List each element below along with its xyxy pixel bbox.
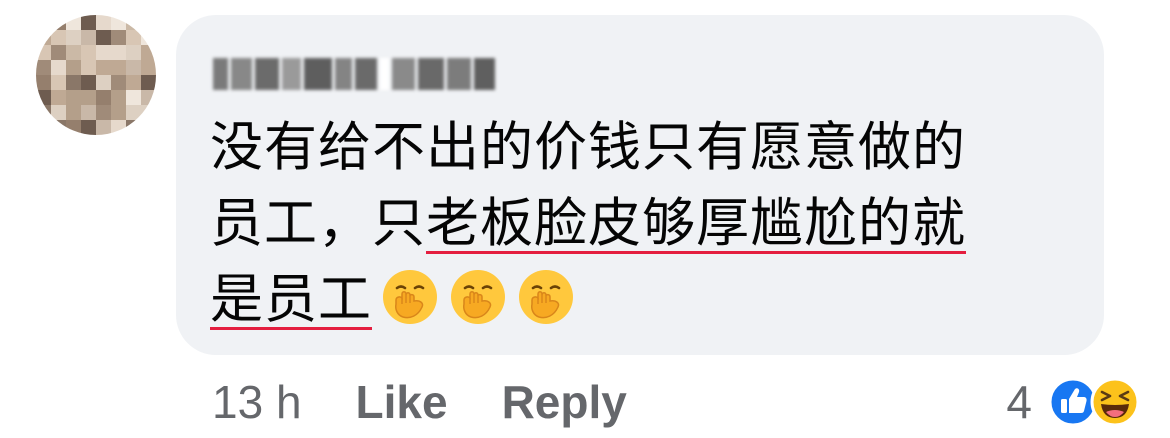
reaction-icons <box>1048 377 1140 427</box>
hand-over-mouth-emoji-icon <box>448 267 508 327</box>
reaction-count: 4 <box>1006 376 1032 428</box>
avatar[interactable] <box>36 15 156 135</box>
comment-text: 没有给不出的价钱只有愿意做的 员工，只老板脸皮够厚尴尬的就 是员工 <box>210 110 1080 338</box>
emoji-row <box>380 267 576 327</box>
hand-over-mouth-emoji-icon <box>380 267 440 327</box>
hand-over-mouth-emoji-icon <box>516 267 576 327</box>
comment-line: 没有给不出的价钱只有愿意做的 <box>210 110 1080 186</box>
haha-icon <box>1090 377 1140 427</box>
comment-underlined-segment: 老板脸皮够厚尴尬的就 <box>426 193 966 254</box>
timestamp[interactable]: 13 h <box>212 375 302 429</box>
comment-actions: 13 h Like Reply <box>212 370 681 434</box>
comment-line: 员工，只老板脸皮够厚尴尬的就 <box>210 186 1080 262</box>
reply-button[interactable]: Reply <box>502 375 627 429</box>
comment-underlined-segment: 是员工 <box>210 269 372 330</box>
comment-segment: 员工，只 <box>210 193 426 254</box>
reaction-summary[interactable]: 4 <box>1006 370 1140 434</box>
author-name-blurred[interactable] <box>213 52 495 96</box>
like-button[interactable]: Like <box>356 375 448 429</box>
comment-line: 是员工 <box>210 262 1080 338</box>
comment-segment: 没有给不出的价钱只有愿意做的 <box>210 117 966 178</box>
